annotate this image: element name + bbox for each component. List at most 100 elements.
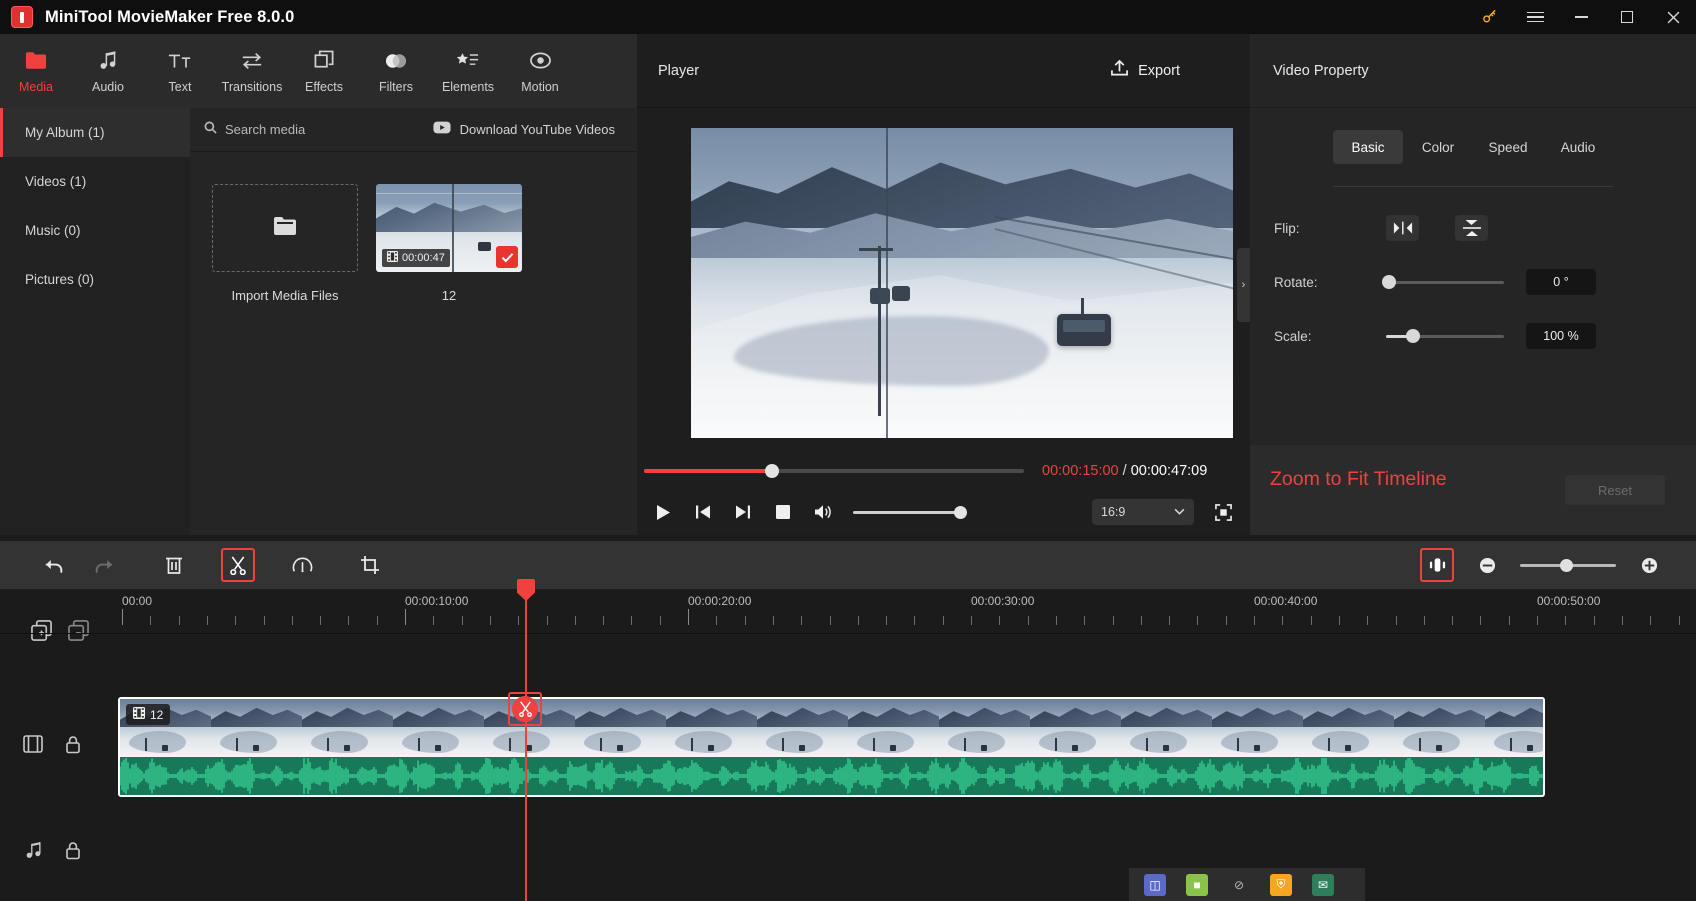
timeline-playhead[interactable]: [525, 589, 527, 901]
ribbon-item-text[interactable]: Text: [144, 34, 216, 108]
seek-knob[interactable]: [765, 464, 779, 478]
timeline-zoom-slider[interactable]: [1520, 564, 1616, 567]
search-input[interactable]: Search media: [204, 121, 305, 139]
text-icon: [168, 49, 192, 73]
scale-slider[interactable]: [1386, 335, 1504, 338]
category-music[interactable]: Music (0): [0, 206, 190, 255]
ribbon-item-effects[interactable]: Effects: [288, 34, 360, 108]
video-tower-arm: [859, 248, 893, 251]
volume-button[interactable]: [803, 492, 843, 532]
volume-knob[interactable]: [954, 506, 967, 519]
ribbon-item-elements[interactable]: Elements: [432, 34, 504, 108]
next-frame-button[interactable]: [723, 492, 763, 532]
ribbon-item-transitions[interactable]: Transitions: [216, 34, 288, 108]
volume-slider[interactable]: [853, 511, 965, 514]
taskbar-icon-network-off[interactable]: ⊘: [1228, 874, 1250, 896]
split-marker-button[interactable]: [508, 692, 542, 726]
export-button[interactable]: Export: [1110, 59, 1180, 82]
export-upload-icon: [1110, 59, 1129, 82]
ribbon-item-media[interactable]: Media: [0, 34, 72, 108]
hamburger-menu-icon[interactable]: [1512, 0, 1558, 34]
maximize-icon[interactable]: [1604, 0, 1650, 34]
rotate-value[interactable]: 0 °: [1526, 269, 1596, 295]
tab-audio[interactable]: Audio: [1543, 130, 1613, 164]
category-my-album[interactable]: My Album (1): [0, 108, 190, 157]
category-pictures[interactable]: Pictures (0): [0, 255, 190, 304]
thumbnail-tower: [452, 184, 454, 272]
rotate-slider[interactable]: [1386, 281, 1504, 284]
aspect-ratio-value: 16:9: [1101, 505, 1125, 519]
play-button[interactable]: [643, 492, 683, 532]
seek-slider[interactable]: [644, 469, 1024, 473]
timeline-zoom-knob[interactable]: [1560, 559, 1573, 572]
filmstrip-frame: [1212, 699, 1303, 757]
taskbar-icon-teams[interactable]: ◫: [1144, 874, 1166, 896]
category-videos[interactable]: Videos (1): [0, 157, 190, 206]
seek-progress-fill: [644, 469, 771, 473]
star-list-icon: [456, 49, 480, 73]
audio-track-lock-icon[interactable]: [63, 839, 83, 861]
fullscreen-icon[interactable]: [1204, 492, 1242, 532]
zoom-in-icon[interactable]: [1628, 544, 1670, 586]
total-time: 00:00:47:09: [1131, 463, 1208, 479]
taskbar-icon-shield[interactable]: ⛨: [1270, 874, 1292, 896]
timeline-ruler[interactable]: 00:00 00:00:10:00 00:00:20:00 00:00:30:0…: [118, 589, 1696, 633]
window-controls: [1466, 0, 1696, 34]
undo-button[interactable]: [33, 544, 75, 586]
redo-button[interactable]: [83, 544, 125, 586]
video-track-lock-icon[interactable]: [63, 733, 83, 755]
reset-button[interactable]: Reset: [1565, 475, 1665, 505]
video-track-icon[interactable]: [22, 733, 44, 755]
taskbar-icon-mail[interactable]: ✉: [1312, 874, 1334, 896]
tab-color[interactable]: Color: [1403, 130, 1473, 164]
media-item-thumbnail[interactable]: 00:00:47: [376, 184, 522, 272]
previous-frame-button[interactable]: [683, 492, 723, 532]
flip-label: Flip:: [1274, 221, 1366, 236]
minimize-icon[interactable]: [1558, 0, 1604, 34]
key-icon[interactable]: [1466, 0, 1512, 34]
filmstrip-frame: [393, 699, 484, 757]
filmstrip-frame: [1121, 699, 1212, 757]
scale-value[interactable]: 100 %: [1526, 323, 1596, 349]
check-icon[interactable]: [496, 246, 518, 268]
tab-speed[interactable]: Speed: [1473, 130, 1543, 164]
remove-track-icon[interactable]: [67, 619, 89, 641]
download-youtube-label: Download YouTube Videos: [460, 122, 615, 137]
thumbnail-cable-line: [376, 193, 522, 194]
video-tower: [878, 246, 881, 416]
crop-button[interactable]: [349, 544, 391, 586]
timeline-area[interactable]: 00:00 00:00:10:00 00:00:20:00 00:00:30:0…: [0, 589, 1696, 901]
zoom-to-fit-button[interactable]: [1420, 548, 1454, 582]
player-seek-row: 00:00:15:00 / 00:00:47:09: [637, 454, 1250, 488]
zoom-out-icon[interactable]: [1466, 544, 1508, 586]
ruler-label-4: 00:00:40:00: [1254, 594, 1317, 608]
motion-ellipse-icon: [529, 49, 552, 73]
chevron-right-icon[interactable]: ›: [1237, 248, 1250, 322]
audio-track-icon[interactable]: [22, 839, 44, 861]
timeline-video-clip[interactable]: 12: [118, 697, 1545, 797]
import-media-files-button[interactable]: Import Media Files: [212, 184, 358, 303]
rotate-knob[interactable]: [1382, 275, 1396, 289]
import-dashed-area[interactable]: [212, 184, 358, 272]
ribbon-item-motion[interactable]: Motion: [504, 34, 576, 108]
add-track-icon[interactable]: [30, 619, 52, 641]
scale-knob[interactable]: [1406, 329, 1420, 343]
split-button[interactable]: [221, 548, 255, 582]
stop-button[interactable]: [763, 492, 803, 532]
player-video-stage[interactable]: [691, 128, 1233, 438]
close-icon[interactable]: [1650, 0, 1696, 34]
taskbar-icon-explorer[interactable]: ■: [1186, 874, 1208, 896]
ribbon-item-audio[interactable]: Audio: [72, 34, 144, 108]
ribbon-item-filters[interactable]: Filters: [360, 34, 432, 108]
tab-basic[interactable]: Basic: [1333, 130, 1403, 164]
media-duration-badge: 00:00:47: [382, 249, 450, 267]
media-item-card[interactable]: 00:00:47 12: [376, 184, 522, 303]
delete-button[interactable]: [153, 544, 195, 586]
speed-button[interactable]: [281, 544, 323, 586]
aspect-ratio-select[interactable]: 16:9: [1092, 499, 1194, 525]
timeline-toolbar: [0, 541, 1696, 589]
flip-vertical-icon[interactable]: [1455, 215, 1488, 241]
filmstrip-frame: [1394, 699, 1485, 757]
download-youtube-button[interactable]: Download YouTube Videos: [433, 121, 615, 139]
flip-horizontal-icon[interactable]: [1386, 215, 1419, 241]
